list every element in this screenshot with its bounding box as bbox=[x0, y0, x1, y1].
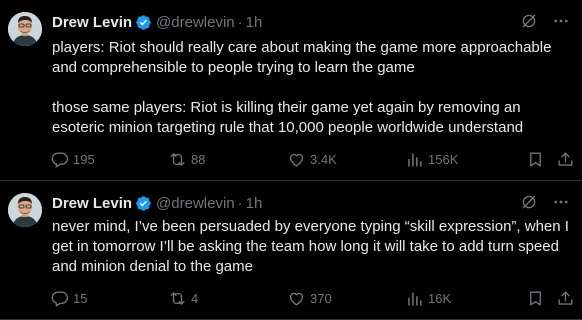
views-chart-icon bbox=[405, 150, 424, 169]
tweet[interactable]: Drew Levin @drewlevin · 1h never mind, I… bbox=[0, 181, 582, 320]
tweet[interactable]: Drew Levin @drewlevin · 1h players: Riot… bbox=[0, 0, 582, 181]
separator-dot: · bbox=[237, 194, 243, 212]
repost-icon bbox=[168, 289, 187, 308]
tweet-header: Drew Levin @drewlevin · 1h bbox=[52, 193, 262, 213]
heart-icon bbox=[287, 289, 306, 308]
like-button[interactable]: 3.4K bbox=[287, 149, 337, 169]
repost-count: 4 bbox=[191, 290, 199, 306]
views-button[interactable]: 16K bbox=[405, 288, 451, 308]
reply-count: 195 bbox=[73, 151, 95, 167]
tweet-actions: 15 4 370 16K bbox=[50, 288, 573, 308]
grok-icon[interactable] bbox=[520, 193, 538, 216]
share-icon bbox=[556, 289, 575, 308]
reply-icon bbox=[50, 150, 69, 169]
views-count: 156K bbox=[428, 151, 459, 167]
like-count: 3.4K bbox=[310, 151, 337, 167]
verified-badge-icon bbox=[135, 195, 152, 212]
author-name[interactable]: Drew Levin bbox=[52, 14, 132, 31]
bookmark-button[interactable] bbox=[526, 288, 545, 308]
separator-dot: · bbox=[237, 13, 243, 31]
bookmark-button[interactable] bbox=[526, 149, 545, 169]
tweet-actions: 195 88 3.4K 156K bbox=[50, 149, 573, 169]
like-button[interactable]: 370 bbox=[287, 288, 332, 308]
reply-icon bbox=[50, 289, 69, 308]
heart-icon bbox=[287, 150, 306, 169]
more-options-icon[interactable] bbox=[552, 193, 570, 216]
reply-button[interactable]: 195 bbox=[50, 149, 95, 169]
repost-icon bbox=[168, 150, 187, 169]
views-count: 16K bbox=[428, 290, 452, 306]
more-options-icon[interactable] bbox=[552, 12, 570, 35]
grok-icon[interactable] bbox=[520, 12, 538, 35]
bookmark-icon bbox=[526, 150, 545, 169]
views-chart-icon bbox=[405, 289, 424, 308]
author-handle[interactable]: @drewlevin bbox=[156, 14, 235, 31]
avatar[interactable] bbox=[8, 12, 42, 46]
tweet-text: players: Riot should really care about m… bbox=[52, 39, 552, 136]
repost-count: 88 bbox=[191, 151, 206, 167]
tweet-header: Drew Levin @drewlevin · 1h bbox=[52, 12, 262, 32]
share-icon bbox=[556, 150, 575, 169]
tweet-text: never mind, I’ve been persuaded by every… bbox=[52, 218, 574, 275]
like-count: 370 bbox=[310, 290, 332, 306]
timestamp[interactable]: 1h bbox=[246, 195, 263, 212]
author-handle[interactable]: @drewlevin bbox=[156, 195, 235, 212]
views-button[interactable]: 156K bbox=[405, 149, 458, 169]
verified-badge-icon bbox=[135, 14, 152, 31]
reply-count: 15 bbox=[73, 290, 88, 306]
bookmark-icon bbox=[526, 289, 545, 308]
timestamp[interactable]: 1h bbox=[246, 14, 263, 31]
avatar[interactable] bbox=[8, 193, 42, 227]
share-button[interactable] bbox=[556, 288, 575, 308]
share-button[interactable] bbox=[556, 149, 575, 169]
repost-button[interactable]: 88 bbox=[168, 149, 205, 169]
repost-button[interactable]: 4 bbox=[168, 288, 198, 308]
reply-button[interactable]: 15 bbox=[50, 288, 87, 308]
author-name[interactable]: Drew Levin bbox=[52, 195, 132, 212]
